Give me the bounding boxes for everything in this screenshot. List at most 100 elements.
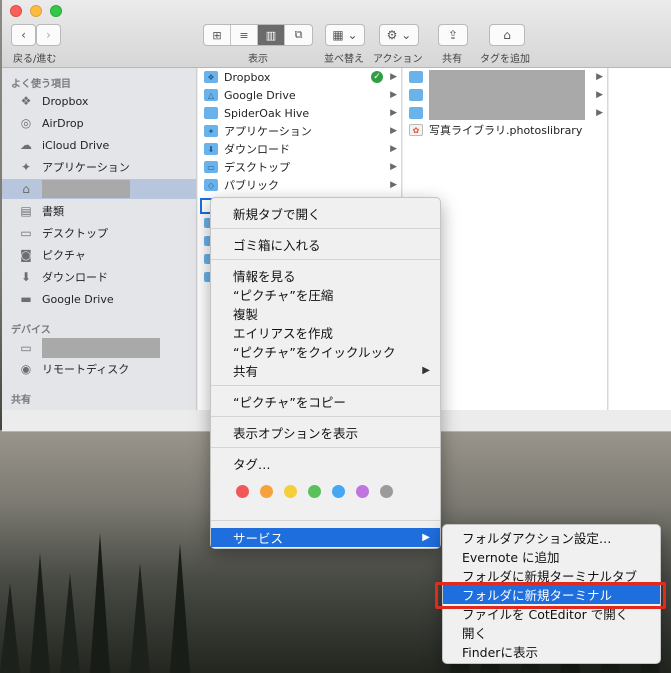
tag-green-swatch[interactable] bbox=[308, 485, 321, 498]
menu-separator bbox=[211, 259, 440, 260]
menu-item-services[interactable]: サービス ▶ bbox=[211, 528, 440, 547]
view-mode-control[interactable]: ⊞ ≡ ▥ ⧉ bbox=[203, 24, 313, 46]
list-item[interactable]: ⬇ ダウンロード ▶ bbox=[198, 140, 401, 158]
tag-red-swatch[interactable] bbox=[236, 485, 249, 498]
menu-item-get-info[interactable]: 情報を見る bbox=[211, 266, 440, 285]
menu-item-view-options[interactable]: 表示オプションを表示 bbox=[211, 423, 440, 442]
forward-button[interactable]: › bbox=[36, 24, 61, 46]
column-view-icon[interactable]: ▥ bbox=[258, 25, 285, 45]
cloud-icon: ☁ bbox=[20, 138, 32, 152]
menu-item-share[interactable]: 共有 ▶ bbox=[211, 361, 440, 380]
favorites-header: よく使う項目 bbox=[11, 79, 71, 90]
sidebar-item-pictures[interactable]: ◙ ピクチャ bbox=[2, 245, 196, 265]
chevron-right-icon: ▶ bbox=[390, 108, 397, 118]
sidebar-item-icloud-drive[interactable]: ☁ iCloud Drive bbox=[2, 135, 196, 155]
laptop-icon: ▭ bbox=[20, 341, 32, 355]
menu-separator bbox=[211, 416, 440, 417]
menu-item-open-new-tab[interactable]: 新規タブで開く bbox=[211, 204, 440, 223]
redacted-folder-names bbox=[429, 70, 585, 120]
sidebar-item-desktop[interactable]: ▭ デスクトップ bbox=[2, 223, 196, 243]
tag-gray-swatch[interactable] bbox=[380, 485, 393, 498]
sidebar-item-label: リモートディスク bbox=[42, 363, 130, 376]
menu-separator bbox=[211, 385, 440, 386]
back-button[interactable]: ‹ bbox=[11, 24, 36, 46]
arrange-button[interactable]: ▦ ⌄ bbox=[325, 24, 365, 46]
list-item[interactable]: ◇ パブリック ▶ bbox=[198, 176, 401, 194]
redacted-username bbox=[42, 180, 130, 198]
zoom-window-button[interactable] bbox=[50, 5, 62, 17]
sidebar-item-label: Google Drive bbox=[42, 292, 114, 306]
close-window-button[interactable] bbox=[10, 5, 22, 17]
download-icon: ⬇ bbox=[20, 270, 32, 284]
sidebar-item-dropbox[interactable]: ❖ Dropbox bbox=[2, 91, 196, 111]
list-item[interactable]: ✦ アプリケーション ▶ bbox=[198, 122, 401, 140]
redacted-device-name bbox=[42, 338, 160, 358]
icon-view-icon[interactable]: ⊞ bbox=[204, 25, 231, 45]
share-button[interactable]: ⇪ bbox=[438, 24, 468, 46]
menu-separator bbox=[211, 520, 440, 521]
list-item[interactable]: ▭ デスクトップ ▶ bbox=[198, 158, 401, 176]
menu-item-make-alias[interactable]: エイリアスを作成 bbox=[211, 323, 440, 342]
menu-item-tags[interactable]: タグ… bbox=[211, 454, 440, 473]
tags-label: タグを追加 bbox=[480, 54, 530, 65]
back-forward-label: 戻る/進む bbox=[13, 54, 57, 65]
sidebar-item-label: デスクトップ bbox=[42, 227, 108, 240]
list-item[interactable]: SpiderOak Hive ▶ bbox=[198, 104, 401, 122]
share-label: 共有 bbox=[442, 54, 462, 65]
chevron-right-icon: ▶ bbox=[390, 126, 397, 136]
item-label: アプリケーション bbox=[224, 125, 312, 138]
tree-silhouette bbox=[170, 543, 190, 673]
sidebar-item-google-drive[interactable]: ▬ Google Drive bbox=[2, 289, 196, 309]
folder-icon bbox=[409, 71, 423, 83]
tag-purple-swatch[interactable] bbox=[356, 485, 369, 498]
sidebar-item-remote-disc[interactable]: ◉ リモートディスク bbox=[2, 359, 196, 379]
menu-item-move-to-trash[interactable]: ゴミ箱に入れる bbox=[211, 235, 440, 254]
applications-folder-icon: ✦ bbox=[204, 125, 218, 137]
applications-icon: ✦ bbox=[20, 160, 32, 174]
photos-library-icon: ✿ bbox=[409, 124, 423, 136]
service-add-to-evernote[interactable]: Evernote に追加 bbox=[443, 547, 660, 566]
chevron-right-icon: ▶ bbox=[390, 90, 397, 100]
gallery-view-icon[interactable]: ⧉ bbox=[285, 25, 312, 45]
minimize-window-button[interactable] bbox=[30, 5, 42, 17]
sidebar-item-home[interactable]: ⌂ bbox=[2, 179, 196, 199]
dropbox-icon: ❖ bbox=[20, 94, 32, 108]
synced-check-icon: ✓ bbox=[371, 71, 383, 83]
sidebar-item-applications[interactable]: ✦ アプリケーション bbox=[2, 157, 196, 177]
chevron-right-icon: ▶ bbox=[596, 72, 603, 82]
service-reveal-in-finder[interactable]: Finderに表示 bbox=[443, 642, 660, 661]
service-folder-actions-setup[interactable]: フォルダアクション設定… bbox=[443, 528, 660, 547]
item-label: パブリック bbox=[224, 179, 279, 192]
sidebar-item-downloads[interactable]: ⬇ ダウンロード bbox=[2, 267, 196, 287]
sidebar-item-this-mac[interactable]: ▭ bbox=[2, 338, 196, 358]
chevron-right-icon: ▶ bbox=[596, 90, 603, 100]
tag-icon: ⌂ bbox=[503, 28, 511, 42]
tag-blue-swatch[interactable] bbox=[332, 485, 345, 498]
desktop-folder-icon: ▭ bbox=[204, 161, 218, 173]
google-drive-folder-icon: △ bbox=[204, 89, 218, 101]
menu-item-duplicate[interactable]: 複製 bbox=[211, 304, 440, 323]
toolbar: ‹ › 戻る/進む ⊞ ≡ ▥ ⧉ 表示 ▦ ⌄ 並べ替え ⚙ ⌄ アクション … bbox=[2, 0, 671, 68]
action-button[interactable]: ⚙ ⌄ bbox=[379, 24, 419, 46]
list-item[interactable]: ❖ Dropbox ✓ ▶ bbox=[198, 68, 401, 86]
service-open[interactable]: 開く bbox=[443, 623, 660, 642]
sidebar-item-label: アプリケーション bbox=[42, 161, 130, 174]
sidebar: よく使う項目 ❖ Dropbox ◎ AirDrop ☁ iCloud Driv… bbox=[2, 68, 197, 410]
item-label: Dropbox bbox=[224, 70, 271, 84]
list-item[interactable]: ✿ 写真ライブラリ.photoslibrary bbox=[403, 121, 607, 139]
submenu-arrow-icon: ▶ bbox=[422, 532, 430, 543]
gear-icon: ⚙ ⌄ bbox=[386, 28, 412, 42]
tag-yellow-swatch[interactable] bbox=[284, 485, 297, 498]
menu-item-compress[interactable]: “ピクチャ”を圧縮 bbox=[211, 285, 440, 304]
menu-item-copy[interactable]: “ピクチャ”をコピー bbox=[211, 392, 440, 411]
list-item[interactable]: △ Google Drive ▶ bbox=[198, 86, 401, 104]
arrange-icon: ▦ ⌄ bbox=[332, 28, 358, 42]
item-label: Google Drive bbox=[224, 88, 296, 102]
tag-orange-swatch[interactable] bbox=[260, 485, 273, 498]
sidebar-item-documents[interactable]: ▤ 書類 bbox=[2, 201, 196, 221]
list-view-icon[interactable]: ≡ bbox=[231, 25, 258, 45]
sidebar-item-airdrop[interactable]: ◎ AirDrop bbox=[2, 113, 196, 133]
menu-item-quick-look[interactable]: “ピクチャ”をクイックルック bbox=[211, 342, 440, 361]
sidebar-item-label: Dropbox bbox=[42, 94, 89, 108]
tags-button[interactable]: ⌂ bbox=[489, 24, 525, 46]
